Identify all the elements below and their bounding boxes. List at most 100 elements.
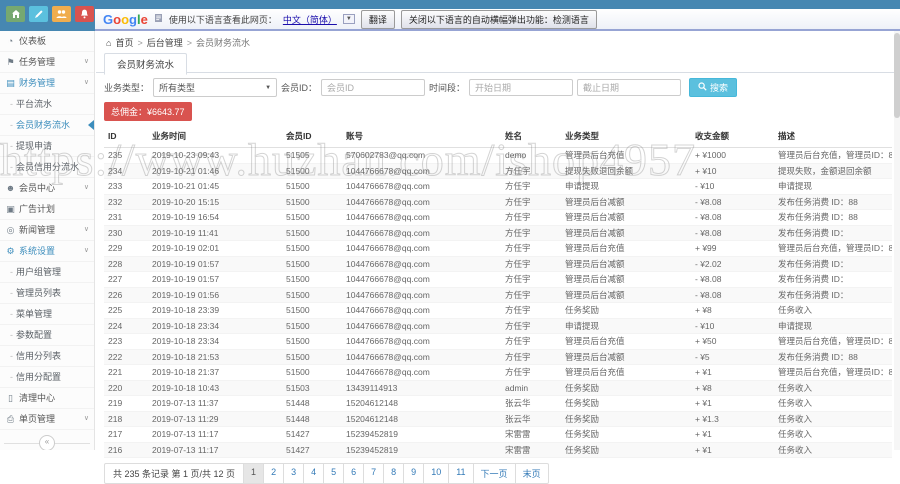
table-cell: 51500 bbox=[282, 349, 342, 365]
table-cell: 51500 bbox=[282, 209, 342, 226]
table-cell: 管理员后台充值 bbox=[561, 364, 691, 381]
breadcrumb-link[interactable]: 首页 bbox=[115, 36, 133, 49]
table-cell: 2019-07-13 11:29 bbox=[148, 411, 282, 427]
page-button-5[interactable]: 5 bbox=[324, 463, 345, 484]
sidebar-item-page-management[interactable]: ⎙ 单页管理 ∨ bbox=[0, 409, 94, 430]
table-cell: 51500 bbox=[282, 256, 342, 272]
sidebar-item-system-settings[interactable]: ⚙ 系统设置 ∨ bbox=[0, 241, 94, 262]
table-cell: 管理员后台充值，管理员ID：88 bbox=[774, 333, 892, 350]
table-cell: 任务收入 bbox=[774, 426, 892, 443]
page-button-7[interactable]: 7 bbox=[364, 463, 385, 484]
chevron-down-icon: ∨ bbox=[83, 226, 89, 233]
sidebar-collapse-toggle[interactable]: « bbox=[39, 435, 55, 450]
users-button[interactable] bbox=[52, 6, 71, 22]
dismiss-translate-button[interactable]: 关闭以下语言的自动横幅弹出功能：检测语言 bbox=[400, 9, 597, 29]
table-cell: 申请提现 bbox=[774, 318, 892, 334]
page-button-11[interactable]: 11 bbox=[449, 463, 474, 484]
table-cell: + ¥1000 bbox=[691, 147, 774, 164]
sidebar-item-admin-list[interactable]: - 管理员列表 bbox=[0, 283, 94, 304]
language-caret-button[interactable]: ▼ bbox=[342, 14, 355, 24]
table-cell: 1044766678@qq.com bbox=[342, 240, 501, 257]
table-cell: + ¥1 bbox=[691, 364, 774, 381]
page-button-6[interactable]: 6 bbox=[344, 463, 365, 484]
sidebar-item-menu-management[interactable]: - 菜单管理 bbox=[0, 304, 94, 325]
table-cell: 管理员后台减额 bbox=[561, 349, 691, 365]
table-cell: 2019-10-18 23:34 bbox=[148, 333, 282, 350]
column-header: 账号 bbox=[342, 125, 501, 148]
chevron-down-icon: ∨ bbox=[83, 58, 89, 65]
table-row: 221 2019-10-18 21:37 51500 1044766678@qq.co… bbox=[104, 364, 892, 381]
translate-page-icon bbox=[154, 13, 163, 25]
table-cell: 2019-10-18 23:39 bbox=[148, 302, 282, 319]
sidebar-item-ad-plan[interactable]: ▣ 广告计划 bbox=[0, 199, 94, 220]
dash-bullet: - bbox=[10, 288, 13, 298]
dash-bullet: - bbox=[10, 120, 13, 130]
page-button-2[interactable]: 2 bbox=[264, 463, 285, 484]
table-cell: 任务收入 bbox=[774, 380, 892, 396]
table-cell: 15204612148 bbox=[342, 411, 501, 427]
table-cell: 1044766678@qq.com bbox=[342, 209, 501, 226]
sidebar-item-member-center[interactable]: ☻ 会员中心 ∨ bbox=[0, 178, 94, 199]
table-cell: 2019-10-19 01:57 bbox=[148, 256, 282, 272]
last-page-button[interactable]: 末页 bbox=[515, 463, 549, 484]
sidebar-item-finance-management[interactable]: ▤ 财务管理 ∨ bbox=[0, 73, 94, 94]
page-button-3[interactable]: 3 bbox=[284, 463, 305, 484]
sidebar-item-credit-config[interactable]: - 信用分配置 bbox=[0, 367, 94, 388]
table-cell: 管理员后台充值，管理员ID：88 bbox=[774, 147, 892, 164]
table-cell: 方任宇 bbox=[501, 225, 561, 241]
table-cell: 任务收入 bbox=[774, 411, 892, 427]
sidebar-item-dashboard[interactable]: ◔ 仪表板 bbox=[0, 31, 94, 52]
language-link[interactable]: 中文（简体） bbox=[283, 13, 337, 26]
sidebar-item-label: 平台流水 bbox=[16, 99, 53, 109]
table-cell: 226 bbox=[104, 287, 148, 303]
dashboard-icon: ◔ bbox=[7, 36, 14, 46]
type-select[interactable]: 所有类型 ▼ bbox=[153, 78, 278, 97]
page-button-10[interactable]: 10 bbox=[424, 463, 450, 484]
table-cell: 219 bbox=[104, 395, 148, 412]
home-button[interactable] bbox=[6, 6, 25, 22]
table-cell: 方任宇 bbox=[501, 318, 561, 334]
pencil-icon bbox=[34, 9, 44, 19]
translate-button[interactable]: 翻译 bbox=[360, 9, 395, 29]
start-date-input[interactable] bbox=[469, 79, 574, 96]
sidebar-item-news-management[interactable]: ◎ 新闻管理 ∨ bbox=[0, 220, 94, 241]
member-id-input[interactable] bbox=[321, 79, 426, 96]
table-cell: 张云华 bbox=[501, 411, 561, 427]
table-row: 225 2019-10-18 23:39 51500 1044766678@qq.co… bbox=[104, 302, 892, 319]
table-cell: 51500 bbox=[282, 240, 342, 257]
table-cell: 2019-10-20 15:15 bbox=[148, 194, 282, 210]
table-cell: 管理员后台减额 bbox=[561, 271, 691, 288]
sidebar-item-param-config[interactable]: - 参数配置 bbox=[0, 325, 94, 346]
table-cell: 任务奖励 bbox=[561, 302, 691, 319]
sidebar-item-credit-list[interactable]: - 信用分列表 bbox=[0, 346, 94, 367]
sidebar-item-withdraw-apply[interactable]: - 提现申请 bbox=[0, 136, 94, 157]
tab-member-finance-flow[interactable]: 会员财务流水 bbox=[104, 53, 188, 75]
sidebar-item-member-credit-flow[interactable]: - 会员信用分流水 bbox=[0, 157, 94, 178]
edit-button[interactable] bbox=[29, 6, 48, 22]
column-header: 业务类型 bbox=[561, 125, 691, 148]
page-button-9[interactable]: 9 bbox=[404, 463, 425, 484]
breadcrumb-link[interactable]: 后台管理 bbox=[147, 36, 183, 49]
sidebar-item-member-finance-flow[interactable]: - 会员财务流水 bbox=[0, 115, 94, 136]
table-cell: - ¥10 bbox=[691, 178, 774, 195]
page-button-1[interactable]: 1 bbox=[244, 463, 265, 484]
table-row: 233 2019-10-21 01:45 51500 1044766678@qq.co… bbox=[104, 178, 892, 195]
quick-toolbar bbox=[0, 0, 95, 31]
next-page-button[interactable]: 下一页 bbox=[473, 463, 516, 484]
table-cell: 232 bbox=[104, 194, 148, 210]
sidebar-item-platform-flow[interactable]: - 平台流水 bbox=[0, 94, 94, 115]
table-cell: 张云华 bbox=[501, 395, 561, 412]
page-button-8[interactable]: 8 bbox=[384, 463, 405, 484]
page-button-4[interactable]: 4 bbox=[304, 463, 325, 484]
scrollbar-thumb[interactable] bbox=[894, 33, 900, 118]
search-button[interactable]: 搜索 bbox=[689, 78, 738, 97]
sidebar-item-clean-center[interactable]: ▯ 清理中心 bbox=[0, 388, 94, 409]
table-cell: 宋雷雷 bbox=[501, 426, 561, 443]
sidebar-item-user-group-management[interactable]: - 用户组管理 bbox=[0, 262, 94, 283]
sidebar-item-label: 管理员列表 bbox=[16, 288, 62, 298]
table-cell: 发布任务消费 ID： bbox=[774, 256, 892, 272]
end-date-input[interactable] bbox=[577, 79, 682, 96]
vertical-scrollbar[interactable] bbox=[894, 31, 900, 450]
notifications-button[interactable] bbox=[75, 6, 94, 22]
sidebar-item-task-management[interactable]: ⚑ 任务管理 ∨ bbox=[0, 52, 94, 73]
